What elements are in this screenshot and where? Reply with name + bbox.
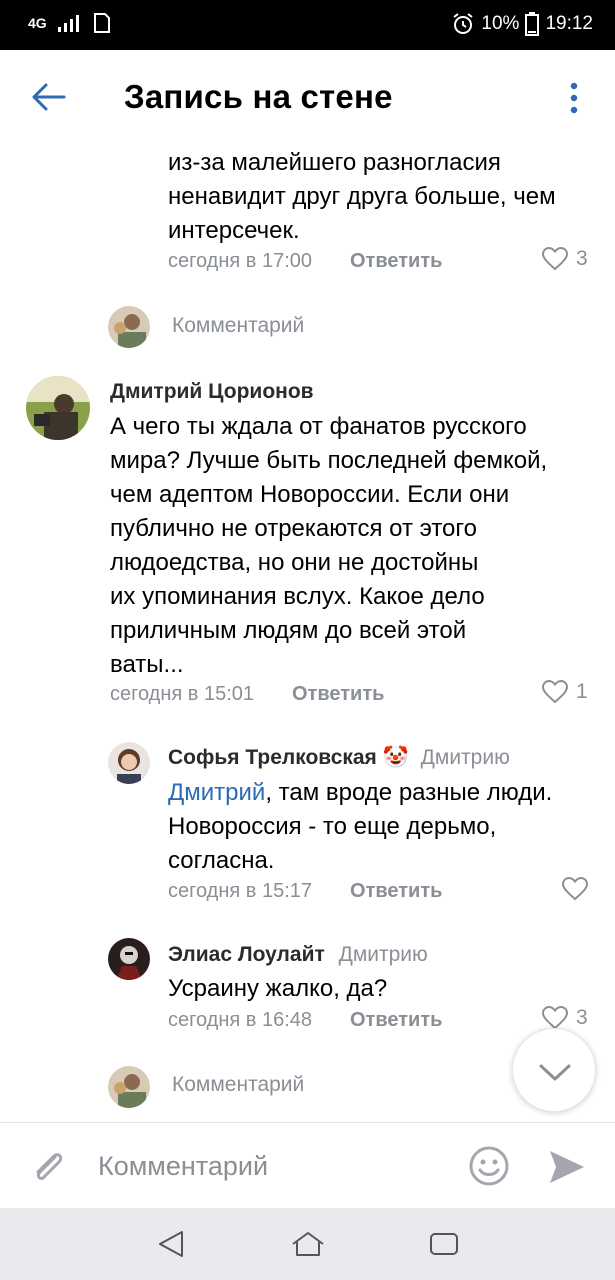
avatar: [108, 1066, 150, 1108]
nav-recents-icon[interactable]: [428, 1230, 460, 1258]
reply-button[interactable]: Ответить: [350, 250, 442, 273]
avatar[interactable]: [108, 742, 150, 784]
comment-text-line: ненавидит друг друга больше, чем: [168, 183, 556, 210]
comment-text-line: Дмитрий, там вроде разные люди.: [168, 776, 552, 810]
comment-text-line: интерсечек.: [168, 217, 300, 244]
chevron-down-icon: [539, 1064, 571, 1081]
comment-time: сегодня в 16:48: [168, 1009, 312, 1031]
comment-text-line: приличным людям до всей этой: [110, 617, 467, 644]
emoji-icon[interactable]: [468, 1145, 510, 1187]
like-button[interactable]: 1: [542, 680, 588, 704]
app-header: Запись на стене: [0, 50, 615, 146]
comment-text-line: Новороссия - то еще дерьмо,: [168, 813, 497, 840]
avatar[interactable]: [26, 376, 90, 440]
heart-icon: [562, 877, 588, 901]
battery-icon: [525, 12, 540, 36]
like-button[interactable]: [562, 877, 588, 901]
author-name[interactable]: Софья Трелковская 🤡 Дмитрию: [168, 746, 510, 770]
heart-icon: [542, 247, 568, 271]
comment-prompt[interactable]: Комментарий: [172, 314, 304, 338]
comment-time: сегодня в 15:01: [110, 683, 254, 705]
heart-icon: [542, 1006, 568, 1030]
avatar[interactable]: [108, 938, 150, 980]
comment-input-bar: Комментарий: [0, 1122, 615, 1208]
clock: 19:12: [545, 13, 593, 34]
paperclip-icon[interactable]: [28, 1147, 68, 1187]
comment-prompt[interactable]: Комментарий: [172, 1073, 304, 1097]
avatar: [108, 306, 150, 348]
comment-text-line: их упоминания вслух. Какое дело: [110, 583, 485, 610]
comment-time: сегодня в 17:00: [168, 250, 312, 272]
comment-text-line: ваты...: [110, 651, 184, 678]
comment-text-rest: , там вроде разные люди.: [265, 779, 553, 806]
like-count: 3: [576, 1006, 588, 1029]
comment-text-line: публично не отрекаются от этого: [110, 515, 477, 542]
heart-icon: [542, 680, 568, 704]
status-left: 4G: [28, 12, 111, 34]
comments-feed[interactable]: из-за малейшего разногласия ненавидит др…: [0, 146, 615, 1122]
comment-text-line: чем адептом Новороссии. Если они: [110, 481, 510, 508]
like-button[interactable]: 3: [542, 247, 588, 271]
comment-text-line: А чего ты ждала от фанатов русского: [110, 413, 527, 440]
reply-to: Дмитрию: [338, 943, 428, 966]
sim-card-icon: [93, 13, 110, 33]
status-bar: 4G 10% 19:12: [0, 0, 615, 50]
comment-time: сегодня в 15:17: [168, 880, 312, 902]
author-name-text: Элиас Лоулайт: [168, 943, 325, 966]
scroll-down-button[interactable]: [512, 1028, 596, 1112]
send-icon[interactable]: [548, 1149, 586, 1185]
author-name[interactable]: Элиас Лоулайт Дмитрию: [168, 943, 428, 967]
like-count: 3: [576, 247, 588, 270]
more-vertical-icon[interactable]: [566, 82, 582, 114]
mention-link[interactable]: Дмитрий: [168, 779, 265, 806]
comment-text-line: Усраину жалко, да?: [168, 975, 388, 1002]
comment-text-line: мира? Лучше быть последней фемкой,: [110, 447, 548, 474]
nav-home-icon[interactable]: [290, 1230, 326, 1258]
system-navigation-bar: [0, 1208, 615, 1280]
battery-percent: 10%: [481, 13, 520, 34]
comment-text-line: из-за малейшего разногласия: [168, 149, 501, 176]
author-name-text: Софья Трелковская: [168, 746, 377, 769]
nav-back-icon[interactable]: [156, 1230, 186, 1258]
alarm-icon: [453, 13, 474, 34]
reply-button[interactable]: Ответить: [292, 683, 384, 706]
page-title: Запись на стене: [124, 78, 393, 115]
status-right: 10% 19:12: [451, 12, 593, 36]
like-button[interactable]: 3: [542, 1006, 588, 1030]
comment-input[interactable]: Комментарий: [98, 1151, 268, 1182]
like-count: 1: [576, 680, 588, 703]
reply-button[interactable]: Ответить: [350, 1009, 442, 1032]
reply-button[interactable]: Ответить: [350, 880, 442, 903]
author-name[interactable]: Дмитрий Цорионов: [110, 380, 314, 404]
comment-text-line: людоедства, но они не достойны: [110, 549, 479, 576]
back-arrow-icon[interactable]: [30, 82, 66, 112]
comment-text-line: согласна.: [168, 847, 275, 874]
reply-to: Дмитрию: [420, 746, 510, 769]
network-type: 4G: [28, 15, 47, 31]
signal-icon: [57, 15, 79, 32]
clown-emoji: 🤡: [382, 746, 409, 769]
